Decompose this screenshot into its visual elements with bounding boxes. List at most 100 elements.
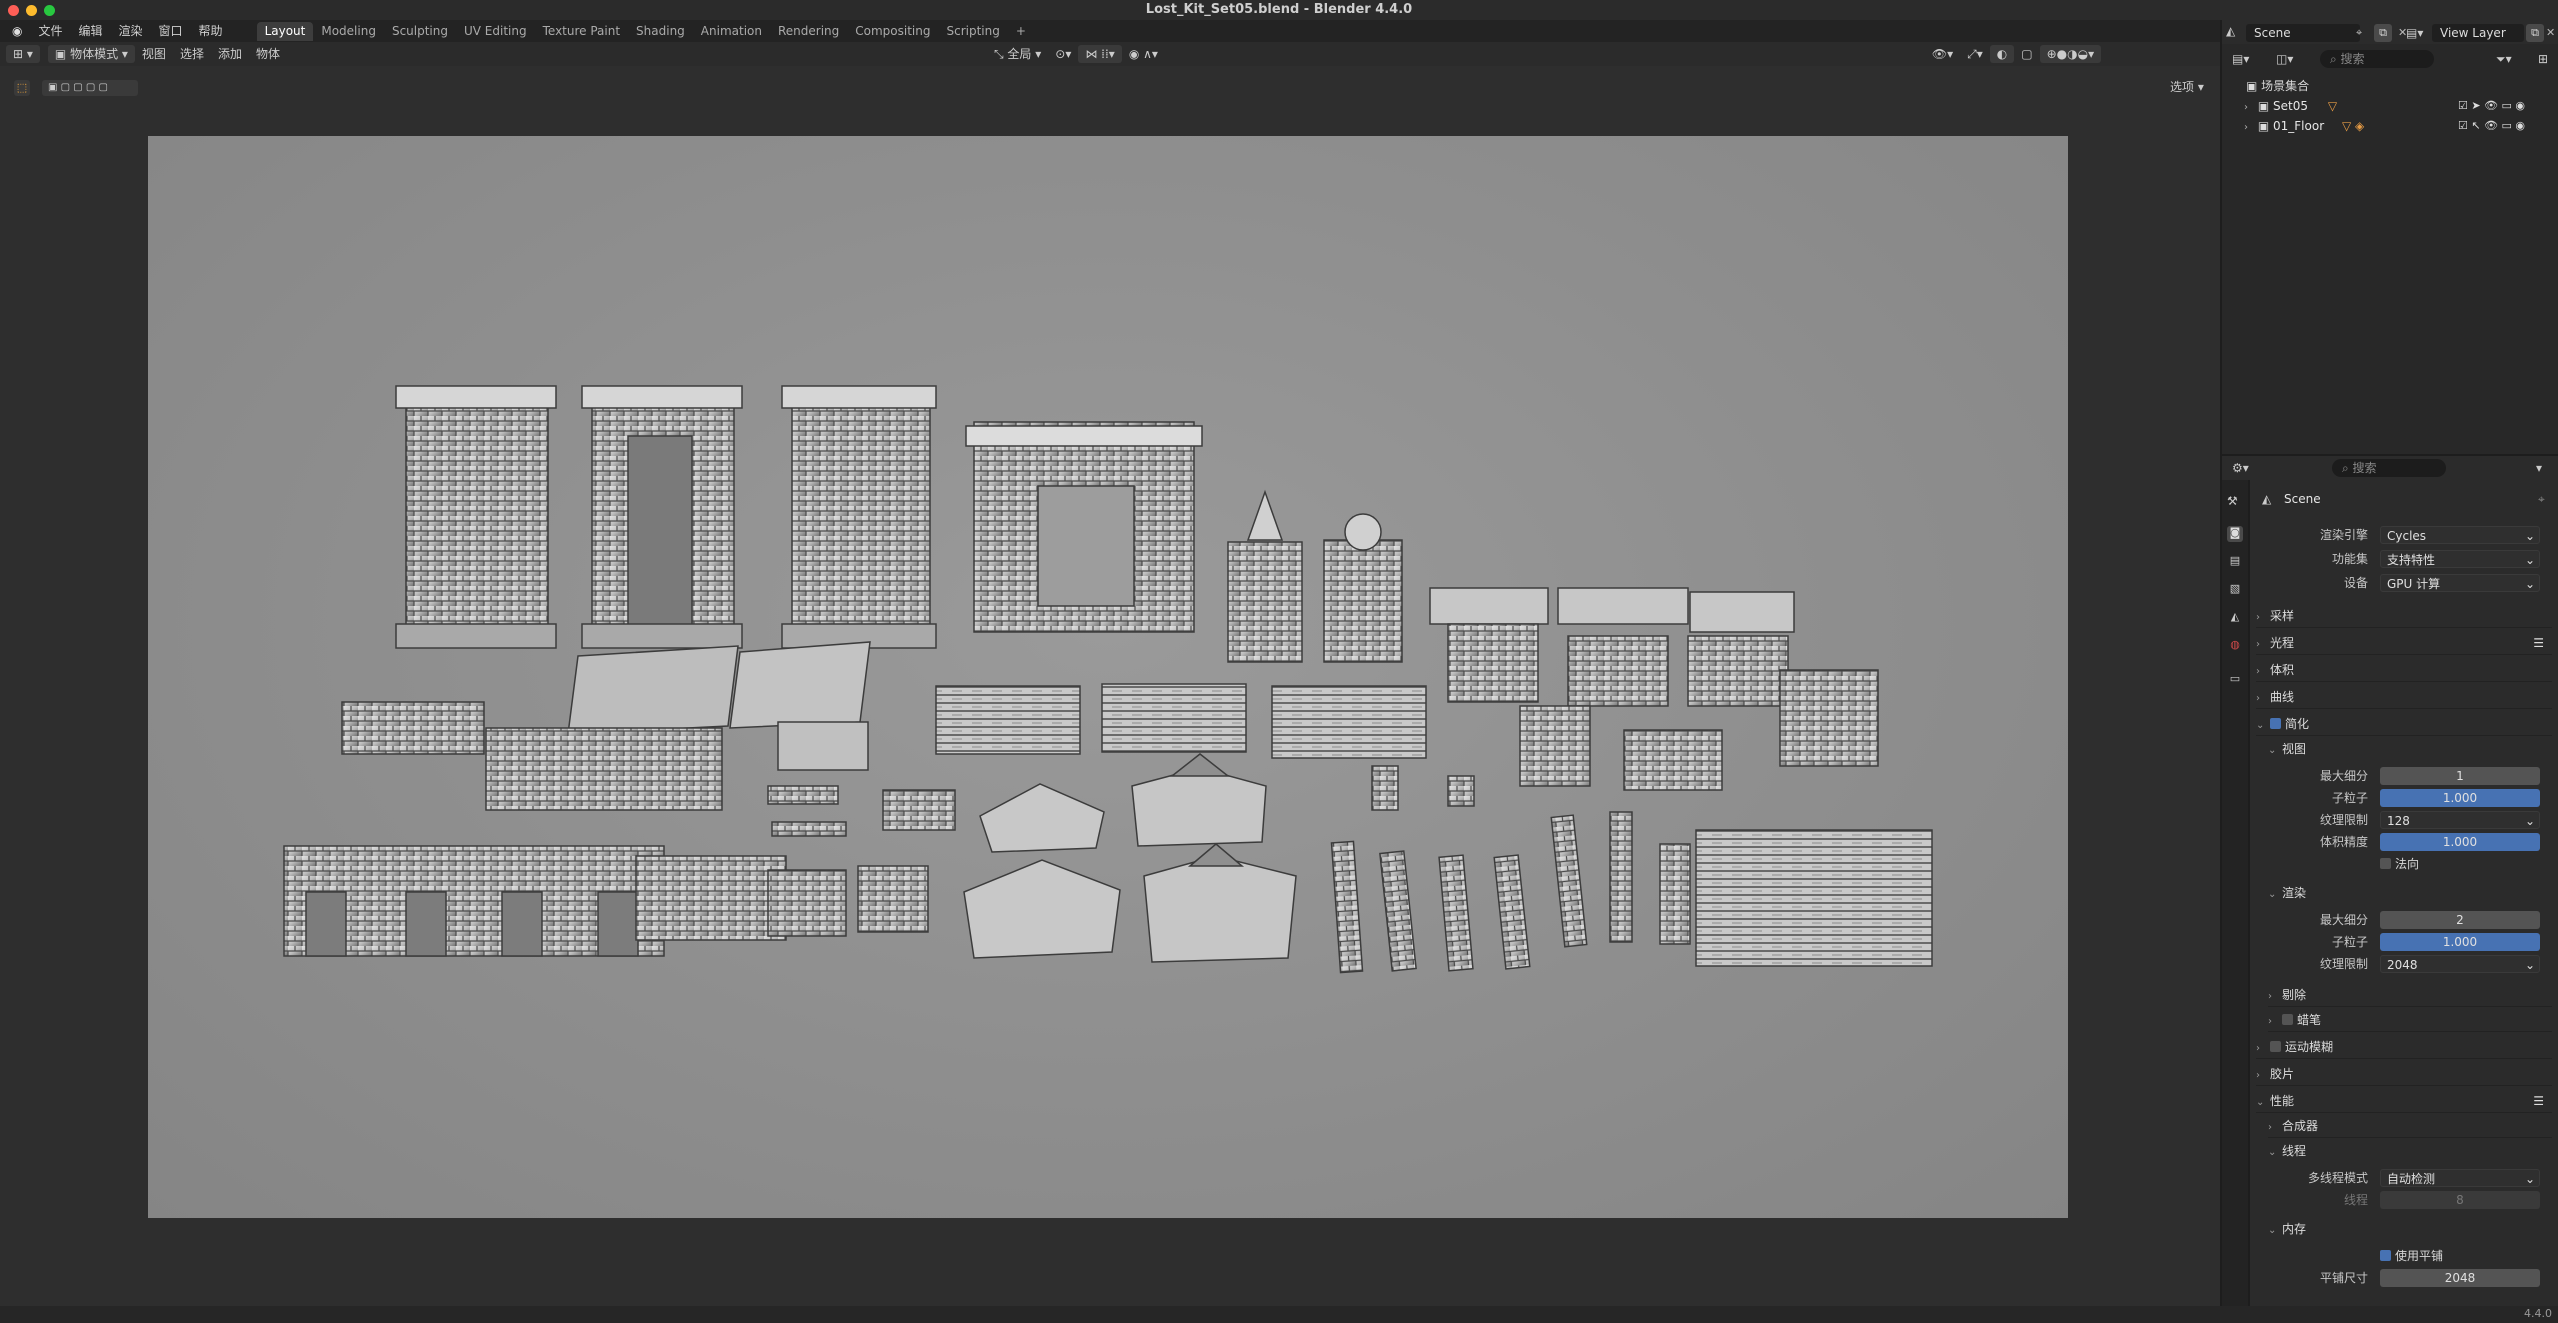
subsection-viewport[interactable]: ⌄ 视图 bbox=[2268, 737, 2552, 761]
simplify-checkbox[interactable] bbox=[2270, 718, 2281, 729]
menu-help[interactable]: 帮助 bbox=[191, 20, 231, 42]
pin-icon[interactable]: ⌖ bbox=[2356, 24, 2372, 42]
world-tab-icon[interactable]: ◍ bbox=[2227, 638, 2243, 654]
vp-max-subdiv-field[interactable]: 1 bbox=[2380, 767, 2540, 785]
transform-orientation-dropdown[interactable]: ⤡ 全局 ▾ bbox=[987, 45, 1048, 63]
menu-object[interactable]: 物体 bbox=[249, 45, 287, 63]
vp-child-particles-field[interactable]: 1.000 bbox=[2380, 789, 2540, 807]
tab-modeling[interactable]: Modeling bbox=[313, 22, 384, 41]
tool-tab-icon[interactable]: ⚒ bbox=[2227, 494, 2243, 510]
outliner-item-set05[interactable]: › ▣ Set05 ▽ ☑ ➤ 👁 ▭ ◉ bbox=[2222, 96, 2558, 116]
new-collection-icon[interactable]: ⊞ bbox=[2538, 50, 2554, 68]
tile-size-field[interactable]: 2048 bbox=[2380, 1269, 2540, 1287]
expand-icon[interactable]: › bbox=[2222, 122, 2248, 133]
view-layer-tab-icon[interactable]: ▧ bbox=[2227, 582, 2243, 598]
scene-selector[interactable]: Scene bbox=[2246, 24, 2360, 42]
tab-shading[interactable]: Shading bbox=[628, 22, 693, 41]
expand-icon[interactable]: › bbox=[2222, 102, 2248, 113]
outliner-search-input[interactable]: ⌕ 搜索 bbox=[2320, 50, 2434, 68]
section-motion-blur[interactable]: › 运动模糊 bbox=[2256, 1035, 2552, 1059]
section-volumes[interactable]: › 体积 bbox=[2256, 658, 2552, 682]
device-dropdown[interactable]: GPU 计算 ⌄ bbox=[2380, 574, 2540, 592]
r-max-subdiv-field[interactable]: 2 bbox=[2380, 911, 2540, 929]
menu-file[interactable]: 文件 bbox=[30, 20, 70, 42]
camera-view[interactable] bbox=[148, 136, 2068, 1218]
tab-compositing[interactable]: Compositing bbox=[847, 22, 938, 41]
motion-blur-checkbox[interactable] bbox=[2270, 1041, 2281, 1052]
subsection-culling[interactable]: › 剔除 bbox=[2268, 983, 2552, 1007]
menu-select[interactable]: 选择 bbox=[173, 45, 211, 63]
snap-icon[interactable]: ⋈ ⁞⁞▾ bbox=[1078, 45, 1122, 63]
scene-tab-icon[interactable]: ◭ bbox=[2227, 610, 2243, 626]
menu-edit[interactable]: 编辑 bbox=[71, 20, 111, 42]
pin-icon[interactable]: ⌖ bbox=[2538, 488, 2545, 510]
section-light-paths[interactable]: › 光程 ☰ bbox=[2256, 631, 2552, 655]
menu-render[interactable]: 渲染 bbox=[111, 20, 151, 42]
subsection-threads[interactable]: ⌄ 线程 bbox=[2268, 1139, 2552, 1163]
view-layer-selector[interactable]: View Layer bbox=[2432, 24, 2524, 42]
visibility-icon[interactable]: 👁▾ bbox=[1925, 45, 1960, 63]
presets-icon[interactable]: ☰ bbox=[2533, 631, 2552, 655]
vp-volume-res-field[interactable]: 1.000 bbox=[2380, 833, 2540, 851]
proportional-edit-icon[interactable]: ◉ ∧▾ bbox=[1122, 45, 1165, 63]
new-view-layer-icon[interactable]: ⧉ bbox=[2526, 24, 2544, 42]
section-performance[interactable]: ⌄ 性能 ☰ bbox=[2256, 1089, 2552, 1113]
row-controls-icons[interactable]: ☑ ➤ 👁 ▭ ◉ bbox=[2458, 96, 2525, 116]
editor-type-icon[interactable]: ⊞ ▾ bbox=[6, 45, 40, 63]
feature-set-dropdown[interactable]: 支持特性 ⌄ bbox=[2380, 550, 2540, 568]
outliner-root[interactable]: ▣ 场景集合 bbox=[2222, 76, 2558, 96]
menu-window[interactable]: 窗口 bbox=[151, 20, 191, 42]
row-controls-icons[interactable]: ☑ ↖ 👁 ▭ ◉ bbox=[2458, 116, 2525, 136]
gizmo-icon[interactable]: ⤢▾ bbox=[1960, 45, 1990, 63]
delete-view-layer-icon[interactable]: ✕ bbox=[2546, 24, 2558, 42]
presets-icon[interactable]: ☰ bbox=[2533, 1089, 2552, 1113]
properties-search-input[interactable]: ⌕ 搜索 bbox=[2332, 459, 2446, 477]
overlay-icon[interactable]: ◐ bbox=[1989, 45, 2015, 63]
section-film[interactable]: › 胶片 bbox=[2256, 1062, 2552, 1086]
properties-editor-icon[interactable]: ⚙▾ bbox=[2232, 459, 2262, 477]
tab-texture-paint[interactable]: Texture Paint bbox=[535, 22, 628, 41]
normals-checkbox[interactable]: 法向 bbox=[2380, 853, 2419, 875]
filter-icon[interactable]: ⏷▾ bbox=[2496, 50, 2536, 68]
use-tiling-checkbox[interactable]: 使用平铺 bbox=[2380, 1245, 2443, 1267]
r-texture-limit-dropdown[interactable]: 2048 ⌄ bbox=[2380, 955, 2540, 973]
threads-count-field[interactable]: 8 bbox=[2380, 1191, 2540, 1209]
subsection-memory[interactable]: ⌄ 内存 bbox=[2268, 1217, 2552, 1241]
select-mode-icons[interactable]: ▣ ▢ ▢ ▢ ▢ bbox=[42, 80, 138, 96]
render-tab-icon[interactable]: ◙ bbox=[2227, 526, 2243, 542]
subsection-grease-pencil[interactable]: › 蜡笔 bbox=[2268, 1008, 2552, 1032]
menu-add[interactable]: 添加 bbox=[211, 45, 249, 63]
tab-rendering[interactable]: Rendering bbox=[770, 22, 847, 41]
tab-scripting[interactable]: Scripting bbox=[938, 22, 1007, 41]
collection-tab-icon[interactable]: ▭ bbox=[2227, 672, 2243, 688]
subsection-render[interactable]: ⌄ 渲染 bbox=[2268, 881, 2552, 905]
blender-logo-icon[interactable]: ◉ bbox=[4, 20, 30, 42]
tab-sculpting[interactable]: Sculpting bbox=[384, 22, 456, 41]
options-dropdown[interactable]: 选项 ▾ bbox=[2164, 78, 2210, 96]
properties-options-icon[interactable]: ▾ bbox=[2536, 459, 2552, 477]
tab-layout[interactable]: Layout bbox=[256, 21, 314, 41]
outliner-item-01-floor[interactable]: › ▣ 01_Floor ▽ ◈ ☑ ↖ 👁 ▭ ◉ bbox=[2222, 116, 2558, 136]
vp-texture-limit-dropdown[interactable]: 128 ⌄ bbox=[2380, 811, 2540, 829]
outliner-editor-icon[interactable]: ▤▾ bbox=[2232, 50, 2272, 68]
section-curves[interactable]: › 曲线 bbox=[2256, 685, 2552, 709]
add-workspace-button[interactable]: + bbox=[1008, 22, 1034, 41]
subsection-compositor[interactable]: › 合成器 bbox=[2268, 1114, 2552, 1138]
pivot-icon[interactable]: ⊙▾ bbox=[1048, 45, 1078, 63]
section-sampling[interactable]: › 采样 bbox=[2256, 604, 2552, 628]
grease-pencil-checkbox[interactable] bbox=[2282, 1014, 2293, 1025]
menu-view[interactable]: 视图 bbox=[135, 45, 173, 63]
tab-animation[interactable]: Animation bbox=[693, 22, 770, 41]
display-mode-icon[interactable]: ◫▾ bbox=[2276, 50, 2306, 68]
xray-icon[interactable]: ▢ bbox=[2014, 45, 2039, 63]
r-child-particles-field[interactable]: 1.000 bbox=[2380, 933, 2540, 951]
new-scene-icon[interactable]: ⧉ bbox=[2374, 24, 2392, 42]
threads-mode-dropdown[interactable]: 自动检测 ⌄ bbox=[2380, 1169, 2540, 1187]
mode-dropdown[interactable]: ▣ 物体模式 ▾ bbox=[47, 45, 135, 63]
output-tab-icon[interactable]: ▤ bbox=[2227, 554, 2243, 570]
render-engine-dropdown[interactable]: Cycles ⌄ bbox=[2380, 526, 2540, 544]
tool-select-icon[interactable]: ⬚ bbox=[14, 80, 30, 96]
section-simplify[interactable]: ⌄ 简化 bbox=[2256, 712, 2552, 736]
shading-modes-icon[interactable]: ⊕●◑◒▾ bbox=[2039, 45, 2102, 63]
tab-uv-editing[interactable]: UV Editing bbox=[456, 22, 535, 41]
